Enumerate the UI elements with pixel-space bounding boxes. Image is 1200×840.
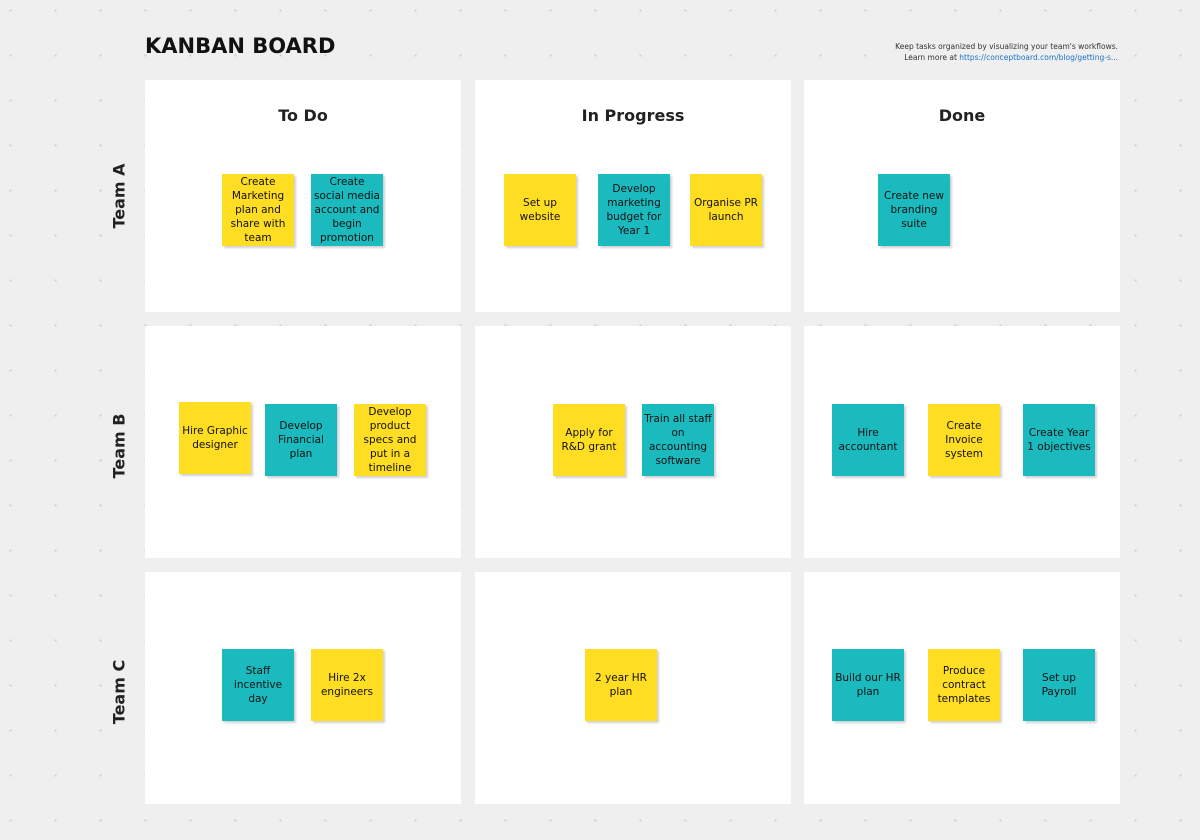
info-text: Keep tasks organized by visualizing your… bbox=[895, 42, 1118, 51]
sticky-note-text: Apply for R&D grant bbox=[561, 427, 617, 453]
sticky-note-text: Set up Payroll bbox=[1041, 672, 1077, 698]
column-header-in-progress: In Progress bbox=[581, 106, 685, 125]
sticky-note-text: Develop Financial plan bbox=[278, 420, 324, 460]
sticky-note[interactable]: Build our HR plan bbox=[832, 649, 904, 721]
sticky-note[interactable]: Organise PR launch bbox=[690, 174, 762, 246]
sticky-note-text: Develop marketing budget for Year 1 bbox=[606, 183, 662, 237]
column-header-done: Done bbox=[938, 106, 986, 125]
cell-team-b-in-progress bbox=[475, 326, 791, 558]
sticky-note[interactable]: Set up Payroll bbox=[1023, 649, 1095, 721]
cell-team-c-todo bbox=[145, 572, 461, 804]
sticky-note-text: Set up website bbox=[519, 197, 561, 223]
sticky-note-text: Create Invoice system bbox=[945, 420, 983, 460]
sticky-note[interactable]: Hire accountant bbox=[832, 404, 904, 476]
sticky-note[interactable]: Develop Financial plan bbox=[265, 404, 337, 476]
sticky-note-text: Produce contract templates bbox=[937, 665, 991, 705]
sticky-note-text: Staff incentive day bbox=[233, 665, 283, 705]
sticky-note[interactable]: Staff incentive day bbox=[222, 649, 294, 721]
sticky-note[interactable]: Develop product specs and put in a timel… bbox=[354, 404, 426, 476]
sticky-note[interactable]: Create new branding suite bbox=[878, 174, 950, 246]
sticky-note-text: Train all staff on accounting software bbox=[644, 413, 712, 467]
sticky-note[interactable]: Hire 2x engineers bbox=[311, 649, 383, 721]
sticky-note-text: Create Marketing plan and share with tea… bbox=[230, 176, 286, 244]
sticky-note[interactable]: 2 year HR plan bbox=[585, 649, 657, 721]
sticky-note-text: 2 year HR plan bbox=[595, 672, 647, 698]
sticky-note-text: Develop product specs and put in a timel… bbox=[363, 406, 417, 474]
sticky-note[interactable]: Apply for R&D grant bbox=[553, 404, 625, 476]
sticky-note[interactable]: Set up website bbox=[504, 174, 576, 246]
sticky-note-text: Create new branding suite bbox=[884, 190, 944, 230]
sticky-note[interactable]: Create social media account and begin pr… bbox=[311, 174, 383, 246]
board-info: Keep tasks organized by visualizing your… bbox=[895, 41, 1118, 63]
sticky-note[interactable]: Hire Graphic designer bbox=[179, 402, 251, 474]
sticky-note-text: Hire Graphic designer bbox=[182, 425, 248, 451]
info-link[interactable]: https://conceptboard.com/blog/getting-s.… bbox=[959, 53, 1118, 62]
sticky-note-text: Organise PR launch bbox=[694, 197, 758, 223]
sticky-note-text: Hire accountant bbox=[838, 427, 898, 453]
column-header-todo: To Do bbox=[278, 106, 328, 125]
sticky-note[interactable]: Produce contract templates bbox=[928, 649, 1000, 721]
sticky-note[interactable]: Create Invoice system bbox=[928, 404, 1000, 476]
sticky-note[interactable]: Train all staff on accounting software bbox=[642, 404, 714, 476]
sticky-note-text: Hire 2x engineers bbox=[320, 672, 374, 698]
row-label-team-b: Team B bbox=[109, 413, 129, 479]
sticky-note[interactable]: Develop marketing budget for Year 1 bbox=[598, 174, 670, 246]
sticky-note[interactable]: Create Marketing plan and share with tea… bbox=[222, 174, 294, 246]
sticky-note-text: Create Year 1 objectives bbox=[1027, 427, 1091, 453]
board-title: KANBAN BOARD bbox=[145, 34, 336, 58]
row-label-team-a: Team A bbox=[109, 163, 129, 229]
sticky-note-text: Build our HR plan bbox=[835, 672, 901, 698]
info-prefix: Learn more at bbox=[904, 53, 960, 62]
sticky-note-text: Create social media account and begin pr… bbox=[314, 176, 380, 244]
sticky-note[interactable]: Create Year 1 objectives bbox=[1023, 404, 1095, 476]
row-label-team-c: Team C bbox=[109, 659, 129, 725]
